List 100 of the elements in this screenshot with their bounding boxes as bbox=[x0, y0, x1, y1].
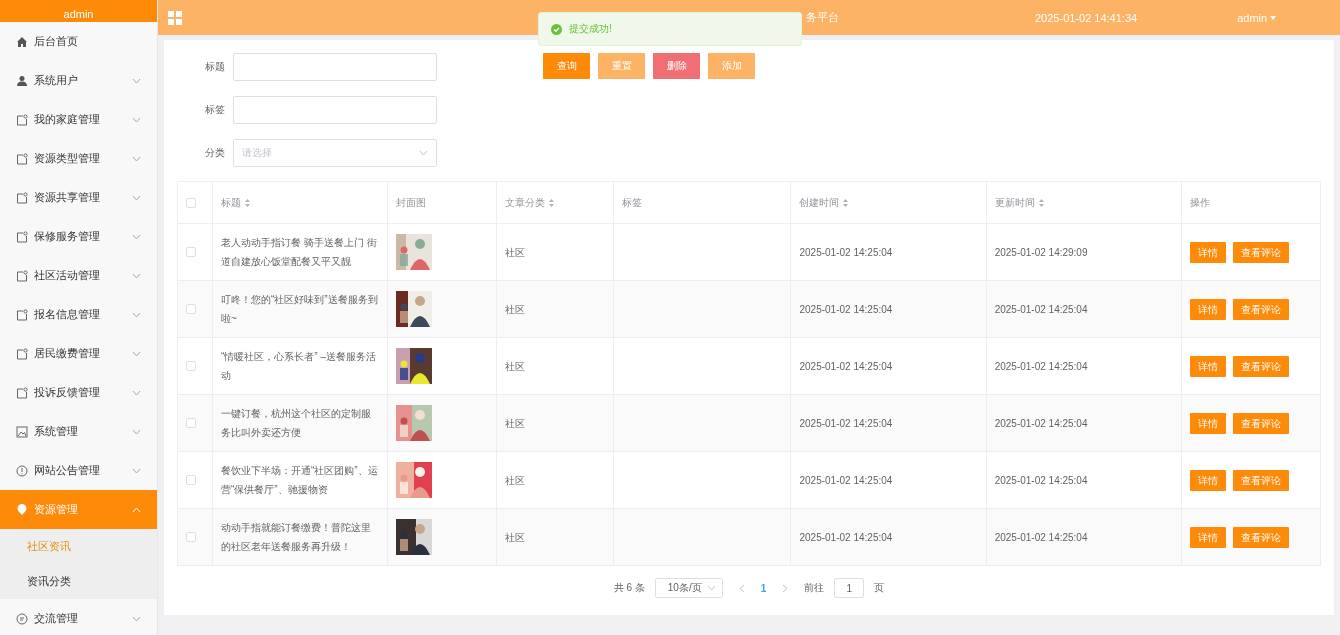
document-icon bbox=[16, 113, 28, 126]
sidebar-item[interactable]: 社区活动管理 bbox=[0, 256, 157, 295]
column-header[interactable]: 文章分类 bbox=[496, 181, 614, 224]
sidebar-subitem[interactable]: 资讯分类 bbox=[0, 564, 157, 599]
field-label: 标签 bbox=[205, 103, 225, 117]
table-cell: 2025-01-02 14:25:04 bbox=[791, 451, 987, 509]
user-icon bbox=[16, 74, 28, 87]
chevron-icon bbox=[132, 77, 141, 84]
chevron-icon bbox=[132, 233, 141, 240]
action-button[interactable]: 重置 bbox=[598, 53, 645, 79]
chevron-icon bbox=[132, 155, 141, 162]
sidebar-item[interactable]: 系统管理 bbox=[0, 412, 157, 451]
row-action-button[interactable]: 查看评论 bbox=[1232, 298, 1289, 320]
table-cell: 2025-01-02 14:25:04 bbox=[986, 394, 1182, 452]
chevron-icon bbox=[132, 116, 141, 123]
chevron-icon bbox=[419, 150, 428, 156]
column-header[interactable]: 创建时间 bbox=[791, 181, 987, 224]
previous-page-icon[interactable] bbox=[738, 583, 745, 593]
action-button[interactable]: 添加 bbox=[708, 53, 755, 79]
sidebar-item[interactable]: 投诉反馈管理 bbox=[0, 373, 157, 412]
row-checkbox[interactable] bbox=[186, 361, 196, 371]
sort-icon bbox=[1038, 198, 1044, 207]
delete-button[interactable]: 删除 bbox=[653, 53, 700, 79]
row-action-button[interactable]: 详情 bbox=[1189, 469, 1226, 491]
chevron-icon bbox=[132, 467, 141, 474]
table-cell: 2025-01-02 14:25:04 bbox=[791, 337, 987, 395]
row-action-button[interactable]: 详情 bbox=[1189, 526, 1226, 548]
table-cell: 2025-01-02 14:25:04 bbox=[986, 280, 1182, 338]
chevron-icon bbox=[706, 585, 716, 591]
input-field[interactable] bbox=[233, 96, 437, 124]
home-icon bbox=[16, 35, 28, 48]
sidebar-item[interactable]: 交流管理 bbox=[0, 599, 157, 635]
table-cell: 一键订餐，杭州这个社区的定制服务比叫外卖还方便 bbox=[212, 394, 388, 452]
column-header: 封面图 bbox=[387, 181, 497, 224]
table-cell: 2025-01-02 14:25:04 bbox=[791, 394, 987, 452]
select-all-checkbox[interactable] bbox=[186, 197, 196, 208]
sidebar-item[interactable]: 资源共享管理 bbox=[0, 178, 157, 217]
page-size-select[interactable]: 10条/页 bbox=[654, 578, 723, 598]
page-suffix: 页 bbox=[874, 581, 885, 595]
row-action-button[interactable]: 详情 bbox=[1189, 241, 1226, 263]
table-cell: 叮咚！您的“社区好味到”送餐服务到啦~ bbox=[212, 280, 388, 338]
page-number[interactable]: 1 bbox=[760, 582, 767, 594]
user-menu[interactable]: admin bbox=[1237, 11, 1277, 24]
input-field[interactable] bbox=[233, 53, 437, 81]
goto-label: 前往 bbox=[804, 581, 825, 595]
chat-icon bbox=[16, 612, 28, 625]
table-cell: 2025-01-02 14:25:04 bbox=[986, 508, 1182, 566]
sidebar-item[interactable]: 资源类型管理 bbox=[0, 139, 157, 178]
sidebar-item[interactable]: 系统用户 bbox=[0, 61, 157, 100]
document-icon bbox=[16, 308, 28, 321]
table-cell: 老人动动手指订餐 骑手送餐上门 街道自建放心饭堂配餐又平又靓 bbox=[212, 223, 388, 281]
row-action-button[interactable]: 查看评论 bbox=[1232, 355, 1289, 377]
check-circle-icon bbox=[551, 23, 562, 35]
column-header[interactable]: 更新时间 bbox=[986, 181, 1182, 224]
column-header: 操作 bbox=[1181, 181, 1321, 224]
sidebar-item[interactable]: 后台首页 bbox=[0, 22, 157, 61]
row-checkbox[interactable] bbox=[186, 304, 196, 314]
sidebar-item[interactable]: 居民缴费管理 bbox=[0, 334, 157, 373]
chevron-icon bbox=[132, 615, 141, 622]
document-icon bbox=[16, 269, 28, 282]
table-cell: 2025-01-02 14:25:04 bbox=[986, 451, 1182, 509]
row-action-button[interactable]: 查看评论 bbox=[1232, 526, 1289, 548]
chevron-icon bbox=[132, 311, 141, 318]
next-page-icon[interactable] bbox=[782, 583, 789, 593]
chevron-icon bbox=[132, 506, 141, 513]
sidebar-item[interactable]: 资源管理 bbox=[0, 490, 157, 529]
toast-message: 提交成功! bbox=[569, 22, 612, 36]
row-checkbox[interactable] bbox=[186, 247, 196, 257]
total-count: 共 6 条 bbox=[613, 581, 645, 595]
sidebar-item[interactable]: 报名信息管理 bbox=[0, 295, 157, 334]
row-checkbox[interactable] bbox=[186, 532, 196, 542]
table-cell: 社区 bbox=[496, 337, 614, 395]
field-label: 分类 bbox=[205, 146, 225, 160]
table-cell: 2025-01-02 14:25:04 bbox=[791, 223, 987, 281]
row-action-button[interactable]: 查看评论 bbox=[1232, 412, 1289, 434]
image-icon bbox=[16, 425, 28, 438]
column-header[interactable]: 标题 bbox=[212, 181, 388, 224]
row-action-button[interactable]: 详情 bbox=[1189, 355, 1226, 377]
sidebar-item[interactable]: 我的家庭管理 bbox=[0, 100, 157, 139]
chevron-icon bbox=[132, 272, 141, 279]
row-action-button[interactable]: 查看评论 bbox=[1232, 469, 1289, 491]
row-action-button[interactable]: 详情 bbox=[1189, 412, 1226, 434]
document-icon bbox=[16, 347, 28, 360]
row-action-button[interactable]: 详情 bbox=[1189, 298, 1226, 320]
table-cell: 2025-01-02 14:25:04 bbox=[791, 508, 987, 566]
table-cell: 餐饮业下半场：开通“社区团购”、运营“保供餐厅”、驰援物资 bbox=[212, 451, 388, 509]
row-action-button[interactable]: 查看评论 bbox=[1232, 241, 1289, 263]
sidebar-item[interactable]: 保修服务管理 bbox=[0, 217, 157, 256]
sidebar-subitem[interactable]: 社区资讯 bbox=[0, 529, 157, 564]
grid-menu-icon[interactable] bbox=[168, 10, 182, 25]
action-button[interactable]: 查询 bbox=[543, 53, 590, 79]
chevron-icon bbox=[132, 389, 141, 396]
table-cell: 社区 bbox=[496, 451, 614, 509]
sidebar-item[interactable]: 网站公告管理 bbox=[0, 451, 157, 490]
sort-icon bbox=[549, 198, 555, 207]
page-input[interactable]: 1 bbox=[834, 578, 865, 598]
row-checkbox[interactable] bbox=[186, 475, 196, 485]
location-pin-icon bbox=[16, 503, 28, 516]
document-icon bbox=[16, 191, 28, 204]
row-checkbox[interactable] bbox=[186, 418, 196, 428]
